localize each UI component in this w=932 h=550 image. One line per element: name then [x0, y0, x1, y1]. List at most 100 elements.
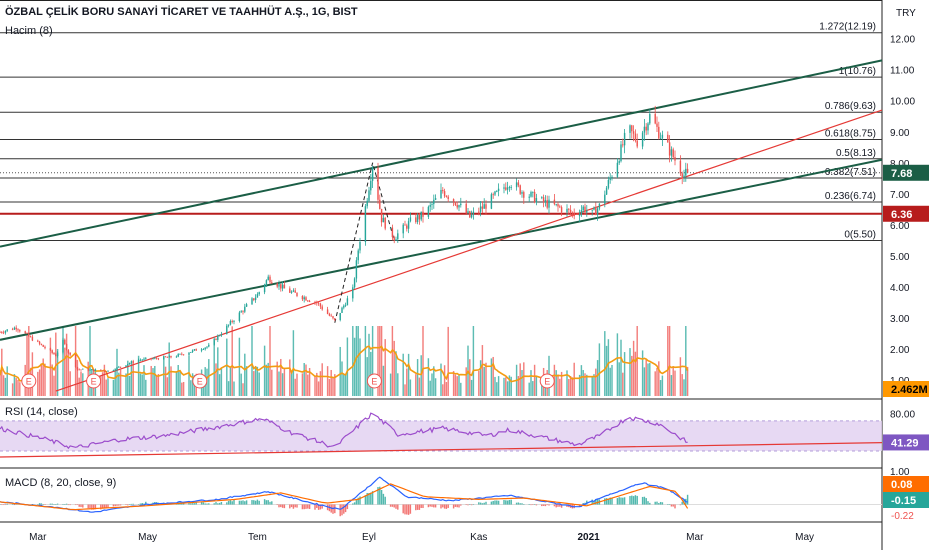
macd-histogram-bar [429, 504, 431, 507]
time-axis-tick: Tem [248, 532, 267, 543]
macd-histogram-bar [245, 500, 248, 505]
time-axis-tick: Mar [29, 532, 47, 543]
macd-indicator-label[interactable]: MACD (8, 20, close, 9) [5, 477, 116, 489]
macd-histogram-bar [620, 497, 622, 505]
candle-body [294, 290, 296, 293]
macd-histogram-bar [141, 503, 143, 505]
volume-bar [294, 378, 296, 396]
candle-body [452, 199, 455, 202]
macd-histogram-bar [454, 504, 457, 507]
volume-bar [69, 371, 71, 396]
macd-histogram-bar [132, 503, 134, 505]
macd-histogram-bar [641, 496, 644, 505]
macd-histogram-bar [681, 501, 683, 505]
candle-body [546, 200, 548, 208]
price-axis-tick: 9.00 [890, 128, 910, 139]
volume-bar [643, 367, 646, 396]
candle-body [634, 133, 637, 141]
volume-bar [580, 365, 583, 396]
volume-indicator-label[interactable]: Hacim (8) [5, 25, 53, 37]
volume-bar [622, 372, 624, 396]
volume-bar [586, 374, 588, 396]
volume-bar [344, 373, 347, 396]
candle-body [670, 149, 673, 156]
volume-bar [175, 371, 178, 396]
price-axis-tick: 3.00 [890, 314, 910, 325]
macd-histogram-bar [267, 500, 269, 505]
candle-body [346, 298, 349, 306]
rsi-indicator-label[interactable]: RSI (14, close) [5, 406, 78, 418]
macd-histogram-bar [314, 504, 316, 510]
volume-bar [418, 377, 421, 396]
candle-body [433, 199, 435, 205]
candle-body [352, 287, 354, 299]
price-axis-tick: 10.00 [890, 97, 915, 108]
candle-body [276, 283, 278, 287]
fib-label-5: 0.382(7.51) [825, 167, 876, 178]
macd-histogram-bar [503, 499, 505, 505]
candle-body [290, 291, 293, 293]
volume-bar [13, 374, 16, 396]
candle-body [528, 196, 530, 198]
macd-histogram-bar [407, 504, 410, 515]
volume-bar [143, 365, 145, 396]
volume-bar [44, 363, 46, 396]
candle-body [278, 284, 280, 287]
candle-body [668, 142, 671, 156]
price-axis-tick: 2.00 [890, 345, 910, 356]
candle-body [1, 332, 3, 333]
macd-histogram-bar [40, 503, 43, 505]
volume-bar [528, 382, 530, 396]
volume-bar [533, 364, 536, 396]
macd-histogram-bar [0, 504, 1, 505]
volume-bar [506, 381, 509, 396]
candle-body [465, 203, 467, 214]
candle-body [69, 352, 71, 355]
macd-histogram-bar [490, 501, 493, 505]
volume-bar [271, 369, 273, 396]
volume-bar [15, 378, 17, 396]
volume-bar [139, 373, 142, 396]
volume-bar [177, 364, 179, 396]
candle-body [686, 168, 689, 173]
candle-body [379, 199, 381, 209]
candle-body [24, 331, 26, 334]
candle-body [454, 201, 457, 206]
volume-bar [532, 381, 534, 396]
volume-bar [460, 382, 462, 396]
volume-bar [307, 374, 309, 396]
macd-histogram-bar [431, 504, 433, 507]
macd-histogram-bar [370, 492, 372, 505]
volume-bar [343, 374, 345, 396]
candle-body [672, 149, 674, 158]
candle-body [571, 212, 574, 214]
candle-body [49, 348, 52, 351]
volume-bar [685, 326, 687, 396]
candle-body [427, 206, 430, 217]
candle-body [233, 321, 235, 322]
candle-body [681, 173, 683, 178]
macd-histogram-bar [80, 504, 82, 508]
chart-title: ÖZBAL ÇELİK BORU SANAYİ TİCARET VE TAAHH… [5, 5, 358, 18]
volume-bar [296, 373, 298, 396]
candle-body [596, 208, 599, 216]
candle-body [490, 194, 493, 209]
volume-bar [181, 382, 183, 396]
trading-chart[interactable]: 1.272(12.19)1(10.76)0.786(9.63)0.618(8.7… [0, 0, 932, 550]
macd-histogram-bar [256, 499, 259, 505]
volume-bar [157, 374, 160, 396]
candle-body [145, 357, 147, 359]
volume-bar [233, 381, 235, 396]
macd-histogram-bar [389, 504, 392, 507]
macd-histogram-bar [265, 500, 268, 505]
candle-body [469, 211, 471, 218]
earnings-marker-label: E [544, 377, 550, 387]
candle-body [440, 189, 442, 199]
time-axis-tick: Kas [470, 532, 487, 543]
candle-body [533, 191, 536, 203]
macd-histogram-bar [447, 504, 449, 508]
macd-histogram-bar [661, 502, 664, 505]
macd-histogram-bar [631, 495, 633, 505]
candle-body [559, 206, 561, 208]
candle-body [611, 176, 613, 178]
